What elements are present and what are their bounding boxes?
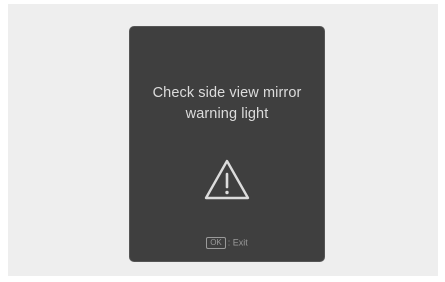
warning-triangle-icon: [204, 159, 250, 200]
warning-message-line-1: Check side view mirror: [152, 85, 302, 101]
exit-hint: OK: Exit: [130, 236, 324, 249]
warning-message-line-2: warning light: [185, 106, 269, 122]
exit-label: : Exit: [227, 237, 248, 248]
warning-popup: Check side view mirror warning light OK:…: [129, 26, 325, 262]
warning-message: Check side view mirror warning light: [130, 83, 324, 125]
ok-button[interactable]: OK: [206, 236, 226, 249]
